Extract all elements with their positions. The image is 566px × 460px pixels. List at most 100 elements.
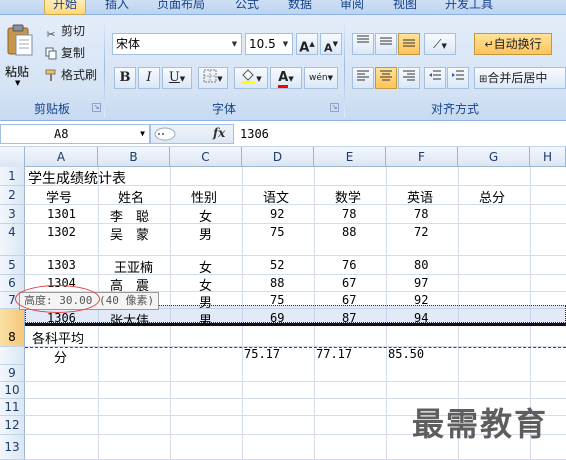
- cell-english[interactable]: 78: [414, 207, 428, 221]
- italic-button[interactable]: I: [138, 67, 160, 89]
- row-header-2[interactable]: 2: [0, 186, 25, 205]
- cell-chinese[interactable]: 69: [270, 311, 284, 325]
- orientation-button[interactable]: ⟋▼: [424, 33, 456, 55]
- cell-english[interactable]: 94: [414, 311, 428, 325]
- column-header-c[interactable]: C: [170, 147, 242, 167]
- bold-button[interactable]: B: [114, 67, 136, 89]
- avg-label-line1[interactable]: 各科平均: [32, 328, 84, 347]
- header-cell-total[interactable]: 总分: [479, 187, 505, 206]
- clipboard-launcher-icon[interactable]: ↘: [92, 103, 101, 112]
- cell-english[interactable]: 97: [414, 276, 428, 290]
- row-header-10[interactable]: 10: [0, 382, 25, 399]
- align-right-button[interactable]: [398, 67, 420, 89]
- cell-id[interactable]: 1306: [47, 311, 76, 325]
- insert-function-icon[interactable]: fx: [213, 126, 225, 140]
- tab-data[interactable]: 数据: [283, 0, 317, 14]
- row-header-5[interactable]: 5: [0, 256, 25, 275]
- row-header-12[interactable]: 12: [0, 416, 25, 435]
- increase-indent-button[interactable]: [447, 67, 469, 89]
- cell-name[interactable]: 王亚楠: [114, 257, 153, 276]
- cell-chinese[interactable]: 75: [270, 225, 284, 239]
- avg-math[interactable]: 77.17: [316, 347, 352, 361]
- format-painter-button[interactable]: 格式刷: [44, 66, 97, 84]
- row-header-9[interactable]: 9: [0, 365, 25, 382]
- cell-math[interactable]: 67: [342, 293, 356, 307]
- merge-center-button[interactable]: ⊞合并后居中: [474, 67, 566, 89]
- cell-gender[interactable]: 男: [199, 292, 212, 311]
- cell-id[interactable]: 1303: [47, 258, 76, 272]
- cell-english[interactable]: 80: [414, 258, 428, 272]
- column-header-g[interactable]: G: [458, 147, 530, 167]
- cell-id[interactable]: 1302: [47, 225, 76, 239]
- cell-math[interactable]: 88: [342, 225, 356, 239]
- sheet-title[interactable]: 学生成绩统计表: [28, 168, 126, 188]
- align-top-button[interactable]: [352, 33, 374, 55]
- cell-id[interactable]: 1301: [47, 207, 76, 221]
- formula-input[interactable]: 1306: [240, 124, 269, 144]
- cell-english[interactable]: 92: [414, 293, 428, 307]
- align-center-button[interactable]: [375, 67, 397, 89]
- underline-button[interactable]: U▼: [162, 67, 192, 89]
- header-cell-gender[interactable]: 性别: [191, 187, 217, 206]
- row-header-6[interactable]: 6: [0, 275, 25, 292]
- font-launcher-icon[interactable]: ↘: [330, 103, 339, 112]
- column-header-h[interactable]: H: [530, 147, 566, 167]
- row-header-13[interactable]: 13: [0, 435, 25, 460]
- column-header-d[interactable]: D: [242, 147, 314, 167]
- column-header-b[interactable]: B: [98, 147, 170, 167]
- avg-label-line2[interactable]: 分: [54, 347, 67, 366]
- font-size-combo[interactable]: 10.5 ▼: [245, 33, 293, 55]
- cell-name[interactable]: 李 聪: [110, 206, 149, 225]
- header-cell-chinese[interactable]: 语文: [263, 187, 289, 206]
- font-color-button[interactable]: A▼: [270, 67, 302, 89]
- cell-name[interactable]: 吴 蒙: [110, 224, 149, 243]
- cell-gender[interactable]: 女: [199, 257, 212, 276]
- select-all-corner[interactable]: [0, 147, 25, 167]
- grow-font-button[interactable]: A▲: [296, 33, 318, 55]
- header-cell-name[interactable]: 姓名: [118, 187, 144, 206]
- cell-math[interactable]: 67: [342, 276, 356, 290]
- cell-math[interactable]: 87: [342, 311, 356, 325]
- cell-chinese[interactable]: 92: [270, 207, 284, 221]
- cell-gender[interactable]: 女: [199, 206, 212, 225]
- row-resize-line[interactable]: [25, 323, 566, 326]
- phonetic-button[interactable]: wén▼: [304, 67, 338, 89]
- tab-developer[interactable]: 开发工具: [440, 0, 498, 14]
- header-cell-id[interactable]: 学号: [46, 187, 72, 206]
- row-header-8[interactable]: 8: [0, 309, 25, 347]
- row-header-4[interactable]: 4: [0, 224, 25, 256]
- align-middle-button[interactable]: [375, 33, 397, 55]
- row-header-1[interactable]: 1: [0, 167, 25, 186]
- resize-handle-icon[interactable]: [153, 125, 183, 143]
- shrink-font-button[interactable]: A▼: [320, 33, 342, 55]
- cell-math[interactable]: 76: [342, 258, 356, 272]
- decrease-indent-button[interactable]: [424, 67, 446, 89]
- cell-chinese[interactable]: 52: [270, 258, 284, 272]
- tab-page-layout[interactable]: 页面布局: [152, 0, 210, 14]
- cell-chinese[interactable]: 88: [270, 276, 284, 290]
- cut-button[interactable]: ✂ 剪切: [44, 22, 85, 41]
- column-header-e[interactable]: E: [314, 147, 386, 167]
- tab-home[interactable]: 开始: [44, 0, 86, 15]
- cell-gender[interactable]: 男: [199, 224, 212, 243]
- name-box[interactable]: A8 ▼: [0, 124, 150, 144]
- align-bottom-button[interactable]: [398, 33, 420, 55]
- cell-gender[interactable]: 男: [199, 310, 212, 329]
- fill-color-button[interactable]: ▼: [234, 67, 268, 89]
- cell-name[interactable]: 张大伟: [110, 310, 149, 329]
- tab-review[interactable]: 审阅: [335, 0, 369, 14]
- row-header-3[interactable]: 3: [0, 205, 25, 224]
- cell-math[interactable]: 78: [342, 207, 356, 221]
- align-left-button[interactable]: [352, 67, 374, 89]
- avg-english[interactable]: 85.50: [388, 347, 424, 361]
- tab-insert[interactable]: 插入: [100, 0, 134, 14]
- avg-chinese[interactable]: 75.17: [244, 347, 280, 361]
- worksheet[interactable]: A B C D E F G H 1 2 3 4 5 6 7 8 9 10 11 …: [0, 147, 566, 460]
- borders-button[interactable]: ▼: [198, 67, 228, 89]
- header-cell-english[interactable]: 英语: [407, 187, 433, 206]
- copy-button[interactable]: 复制: [44, 44, 85, 62]
- wrap-text-button[interactable]: ↵自动换行: [474, 33, 552, 55]
- tab-formulas[interactable]: 公式: [230, 0, 264, 14]
- header-cell-math[interactable]: 数学: [335, 187, 361, 206]
- cell-chinese[interactable]: 75: [270, 293, 284, 307]
